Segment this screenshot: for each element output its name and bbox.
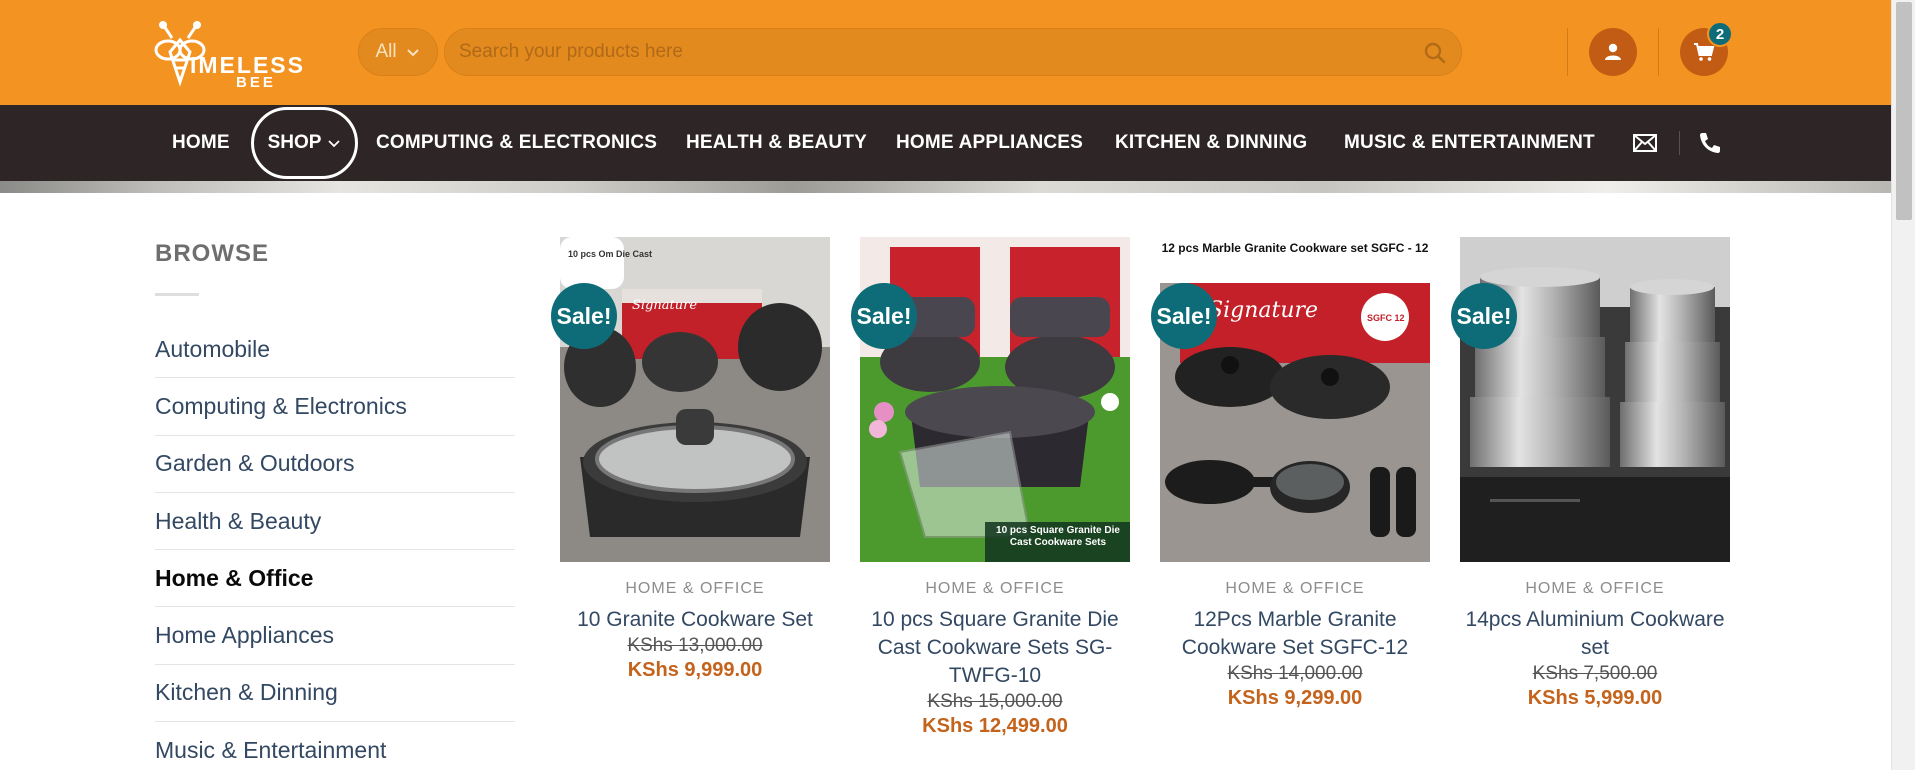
nav-item-health-beauty[interactable]: HEALTH & BEAUTY — [686, 105, 867, 181]
search-bar — [444, 28, 1462, 76]
sidebar-item-home-office[interactable]: Home & Office — [155, 550, 515, 608]
sale-badge: Sale! — [851, 283, 917, 349]
product-category[interactable]: HOME & OFFICE — [1160, 580, 1430, 598]
site-logo[interactable]: IMELESS BEE — [154, 16, 314, 91]
search-input[interactable] — [459, 29, 1359, 75]
nav-item-label: HOME APPLIANCES — [896, 132, 1084, 153]
account-button[interactable] — [1589, 28, 1637, 76]
nav-item-shop[interactable]: SHOP — [251, 107, 358, 179]
sidebar-title: BROWSE — [155, 240, 269, 267]
product-old-price: KShs 15,000.00 — [927, 691, 1063, 712]
nav-item-label: MUSIC & ENTERTAINMENT — [1344, 132, 1595, 153]
nav-item-computing-electronics[interactable]: COMPUTING & ELECTRONICS — [376, 105, 657, 181]
phone-icon[interactable] — [1697, 131, 1723, 155]
sidebar-item-music-entertainment[interactable]: Music & Entertainment — [155, 722, 515, 770]
product-old-price: KShs 14,000.00 — [1227, 663, 1363, 684]
image-caption-text: 10 pcs Square Granite Die Cast Cookware … — [996, 525, 1120, 548]
product-title[interactable]: 14pcs Aluminium Cookware set — [1460, 606, 1730, 662]
search-icon[interactable] — [1423, 41, 1447, 65]
cookware-photo — [1460, 237, 1730, 562]
product-title[interactable]: 10 pcs Square Granite Die Cast Cookware … — [860, 606, 1130, 690]
sidebar-item-computing-electronics[interactable]: Computing & Electronics — [155, 378, 515, 436]
category-select-value: All — [375, 41, 397, 62]
page-scrollbar[interactable] — [1891, 0, 1915, 770]
nav-item-label: HEALTH & BEAUTY — [686, 132, 868, 153]
product-category[interactable]: HOME & OFFICE — [560, 580, 830, 598]
nav-item-label: COMPUTING & ELECTRONICS — [376, 132, 658, 153]
product-image[interactable]: 10 pcs Square Granite Die Cast Cookware … — [860, 237, 1130, 562]
nav-item-music-entertainment[interactable]: MUSIC & ENTERTAINMENT — [1344, 105, 1595, 181]
nav-item-home-appliances[interactable]: HOME APPLIANCES — [896, 105, 1083, 181]
cookware-photo: 12 pcs Marble Granite Cookware set SGFC … — [1160, 237, 1430, 562]
scrollbar-thumb[interactable] — [1896, 2, 1912, 220]
product-sale-price: KShs 12,499.00 — [922, 715, 1068, 737]
product-category[interactable]: HOME & OFFICE — [860, 580, 1130, 598]
sale-badge: Sale! — [551, 283, 617, 349]
product-image[interactable]: Signature 10 pcs Om Die Cast — [560, 237, 830, 562]
sale-badge: Sale! — [1451, 283, 1517, 349]
product-old-price: KShs 13,000.00 — [627, 635, 763, 656]
box-brand-text: Signature — [1208, 298, 1318, 323]
sidebar-item-home-appliances[interactable]: Home Appliances — [155, 607, 515, 665]
image-caption-text: 12 pcs Marble Granite Cookware set SGFC … — [1161, 241, 1429, 255]
sidebar-item-health-beauty[interactable]: Health & Beauty — [155, 493, 515, 551]
product-sale-price: KShs 9,999.00 — [627, 659, 763, 681]
sidebar-item-garden-outdoors[interactable]: Garden & Outdoors — [155, 436, 515, 493]
envelope-icon[interactable] — [1632, 131, 1658, 155]
box-code-text: SGFC 12 — [1367, 313, 1405, 323]
product-sale-price: KShs 5,999.00 — [1527, 687, 1663, 709]
cookware-photo: Signature 10 pcs Om Die Cast — [560, 237, 830, 562]
sidebar-item-automobile[interactable]: Automobile — [155, 321, 515, 379]
header-divider — [1567, 28, 1568, 76]
logo-subtitle: BEE — [236, 74, 276, 91]
top-header: IMELESS BEE All 2 — [0, 0, 1891, 105]
user-icon — [1605, 43, 1621, 60]
nav-item-label: SHOP — [267, 132, 322, 153]
sidebar-title-underline — [155, 293, 199, 296]
chevron-down-icon — [328, 140, 341, 148]
box-brand-text: Signature — [632, 298, 697, 313]
main-nav: HOME SHOP COMPUTING & ELECTRONICS HEALTH… — [0, 105, 1891, 181]
category-list: Automobile Computing & Electronics Garde… — [155, 321, 515, 770]
sale-badge: Sale! — [1151, 283, 1217, 349]
nav-item-home[interactable]: HOME — [172, 105, 230, 181]
nav-item-kitchen-dinning[interactable]: KITCHEN & DINNING — [1115, 105, 1307, 181]
chevron-down-icon — [406, 49, 419, 57]
banner-strip — [0, 181, 1891, 193]
product-image[interactable]: 12 pcs Marble Granite Cookware set SGFC … — [1160, 237, 1430, 562]
product-old-price: KShs 7,500.00 — [1532, 663, 1658, 684]
nav-item-label: KITCHEN & DINNING — [1115, 132, 1308, 153]
header-divider — [1658, 28, 1659, 76]
product-image[interactable] — [1460, 237, 1730, 562]
nav-item-label: HOME — [172, 132, 230, 153]
cart-count-badge: 2 — [1707, 21, 1733, 47]
category-select[interactable]: All — [358, 28, 438, 76]
sidebar-item-kitchen-dinning[interactable]: Kitchen & Dinning — [155, 665, 515, 723]
image-label-text: 10 pcs Om Die Cast — [568, 249, 652, 259]
nav-divider — [1679, 131, 1680, 155]
cookware-photo: 10 pcs Square Granite Die Cast Cookware … — [860, 237, 1130, 562]
product-sale-price: KShs 9,299.00 — [1227, 687, 1363, 709]
product-title[interactable]: 12Pcs Marble Granite Cookware Set SGFC-1… — [1160, 606, 1430, 662]
product-title[interactable]: 10 Granite Cookware Set — [560, 606, 830, 634]
product-category[interactable]: HOME & OFFICE — [1460, 580, 1730, 598]
